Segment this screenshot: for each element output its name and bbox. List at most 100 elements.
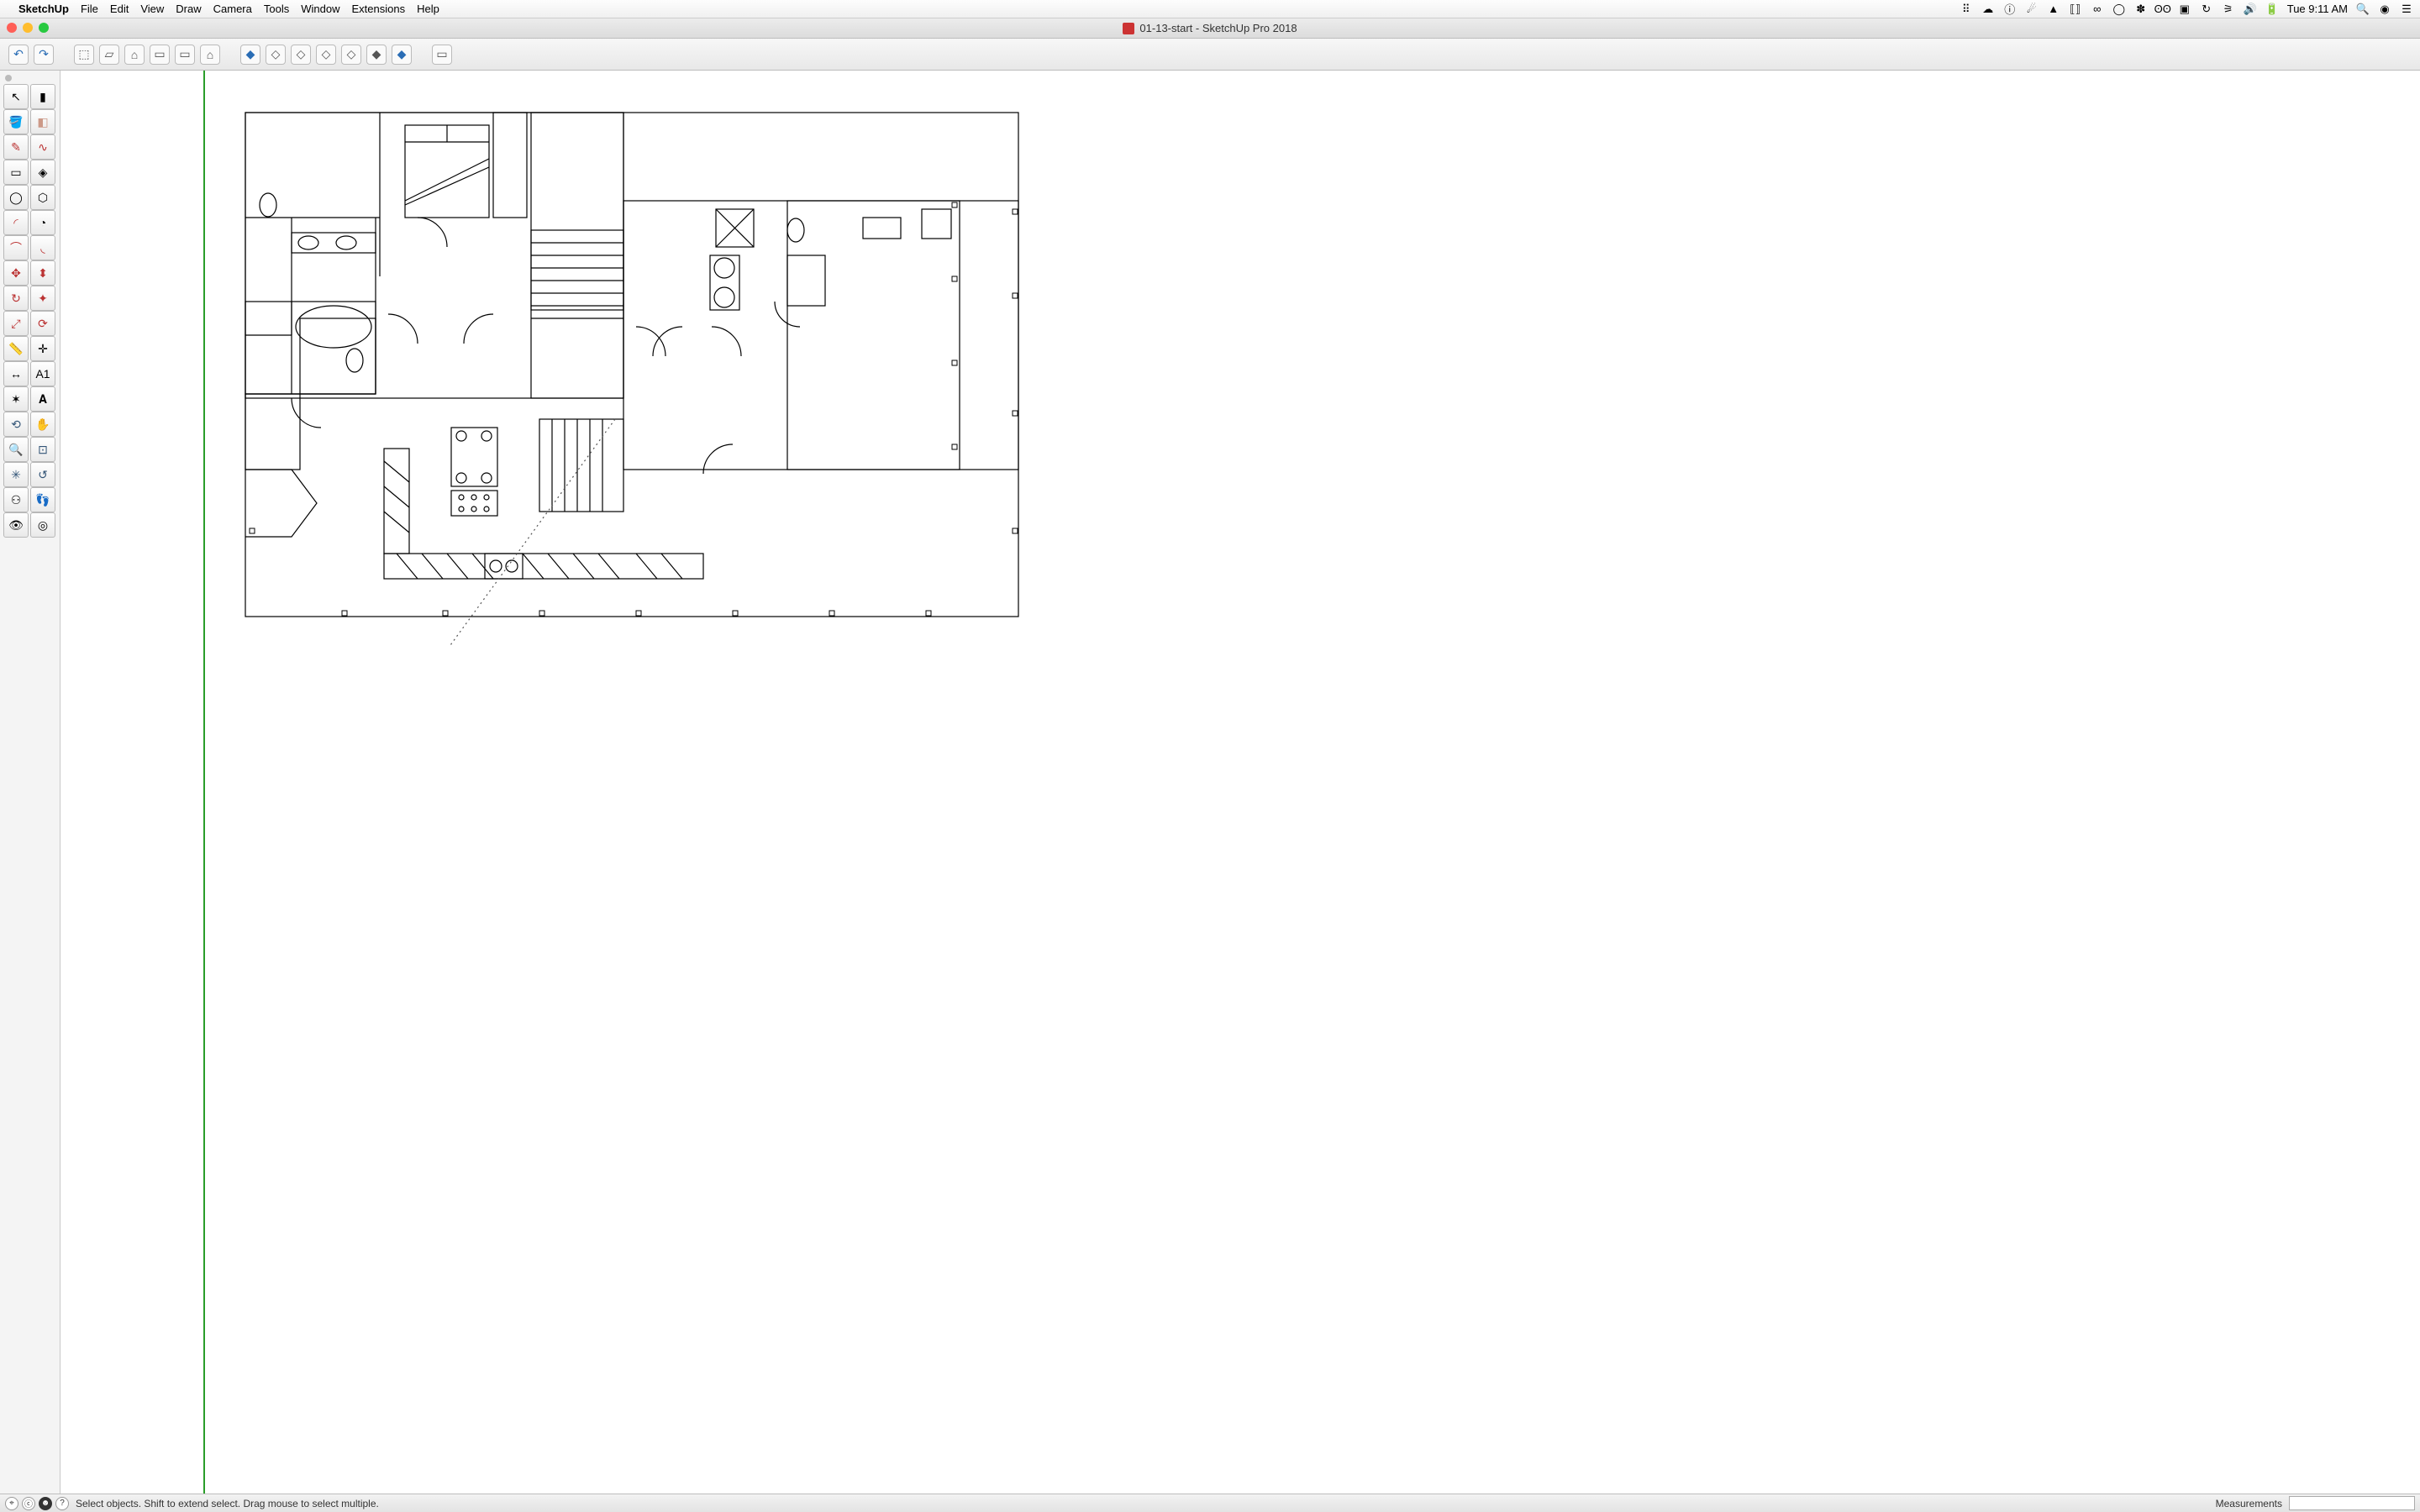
- tool-orbit[interactable]: ⟲: [3, 412, 29, 437]
- menu-draw[interactable]: Draw: [176, 3, 201, 15]
- tool-palette: ↖▮🪣◧✎∿▭◈◯⬡◜◔⌒◟✥⬍↻✦⤢⟳📏✛↔A1✶𝐀⟲✋🔍⊡✳↺⚇👣👁◎: [0, 71, 60, 1494]
- view-left-button[interactable]: ⌂: [200, 45, 220, 65]
- record-icon[interactable]: ▣: [2178, 3, 2191, 16]
- tool-▮[interactable]: ▮: [30, 84, 55, 109]
- menubar-clock[interactable]: Tue 9:11 AM: [2287, 3, 2348, 15]
- tool-zoom-ext[interactable]: ✳: [3, 462, 29, 487]
- menu-extensions[interactable]: Extensions: [351, 3, 405, 15]
- tool-offset[interactable]: ⟳: [30, 311, 55, 336]
- silhouette-icon[interactable]: ▲: [2047, 3, 2060, 16]
- tool-polygon[interactable]: ⬡: [30, 185, 55, 210]
- floorplan-drawing: [241, 108, 1023, 646]
- profile-icon[interactable]: ☻: [39, 1497, 52, 1510]
- style-2-button[interactable]: ◇: [266, 45, 286, 65]
- status-hint: Select objects. Shift to extend select. …: [76, 1498, 379, 1509]
- view-iso-button[interactable]: ⬚: [74, 45, 94, 65]
- tool-section[interactable]: ◎: [30, 512, 55, 538]
- spotlight-icon[interactable]: 🔍: [2356, 3, 2370, 16]
- menubar-status-icons: ⠿ ☁ ⓘ ☄ ▲ ⟦⟧ ∞ ◯ ✽ ʘʘ ▣ ↻ ⚞ 🔊 🔋 Tue 9:11…: [1960, 3, 2413, 16]
- tool-rotate[interactable]: ↻: [3, 286, 29, 311]
- layout-button[interactable]: ▭: [432, 45, 452, 65]
- drawing-canvas[interactable]: [60, 71, 2420, 1494]
- status-bar: ⌖ ⓒ ☻ ? Select objects. Shift to extend …: [0, 1494, 2420, 1512]
- view-top-button[interactable]: ▱: [99, 45, 119, 65]
- tool-scale[interactable]: ⤢: [3, 311, 29, 336]
- style-6-button[interactable]: ◆: [366, 45, 387, 65]
- tool-tape[interactable]: 📏: [3, 336, 29, 361]
- tool-zoom[interactable]: 🔍: [3, 437, 29, 462]
- menu-window[interactable]: Window: [301, 3, 339, 15]
- window-title: 01-13-start - SketchUp Pro 2018: [1139, 22, 1297, 34]
- view-right-button[interactable]: ▭: [150, 45, 170, 65]
- tool-zoom-win[interactable]: ⊡: [30, 437, 55, 462]
- glasses-icon[interactable]: ʘʘ: [2156, 3, 2170, 16]
- tool-pie[interactable]: ◔: [30, 210, 55, 235]
- green-axis: [203, 71, 205, 1494]
- style-3-button[interactable]: ◇: [291, 45, 311, 65]
- tool-text[interactable]: A1: [30, 361, 55, 386]
- tool-3dtext[interactable]: 𝐀: [30, 386, 55, 412]
- view-front-button[interactable]: ⌂: [124, 45, 145, 65]
- menu-tools[interactable]: Tools: [264, 3, 289, 15]
- tool-freehand[interactable]: ∿: [30, 134, 55, 160]
- style-7-button[interactable]: ◆: [392, 45, 412, 65]
- help-icon[interactable]: ?: [55, 1497, 69, 1510]
- redo-button[interactable]: ↷: [34, 45, 54, 65]
- geo-location-icon[interactable]: ⌖: [5, 1497, 18, 1510]
- app-name[interactable]: SketchUp: [18, 3, 69, 15]
- tool-look[interactable]: 👁: [3, 512, 29, 538]
- style-4-button[interactable]: ◇: [316, 45, 336, 65]
- tool-person[interactable]: ⚇: [3, 487, 29, 512]
- tool-circle[interactable]: ◯: [3, 185, 29, 210]
- bracket-icon[interactable]: ⟦⟧: [2069, 3, 2082, 16]
- evernote-icon[interactable]: ✽: [2134, 3, 2148, 16]
- undo-button[interactable]: ↶: [8, 45, 29, 65]
- menu-edit[interactable]: Edit: [110, 3, 129, 15]
- menu-help[interactable]: Help: [417, 3, 439, 15]
- notifications-icon[interactable]: ☰: [2400, 3, 2413, 16]
- menu-view[interactable]: View: [140, 3, 164, 15]
- tool-followme[interactable]: ✦: [30, 286, 55, 311]
- tool-rect[interactable]: ▭: [3, 160, 29, 185]
- tool-move[interactable]: ✥: [3, 260, 29, 286]
- tool-arc2[interactable]: ⌒: [3, 235, 29, 260]
- timemachine-icon[interactable]: ↻: [2200, 3, 2213, 16]
- tool-pan[interactable]: ✋: [30, 412, 55, 437]
- tool-paint[interactable]: 🪣: [3, 109, 29, 134]
- tool-dim[interactable]: ↔: [3, 361, 29, 386]
- tool-select[interactable]: ↖: [3, 84, 29, 109]
- maximize-button[interactable]: [39, 23, 49, 33]
- tool-arc[interactable]: ◜: [3, 210, 29, 235]
- style-5-button[interactable]: ◇: [341, 45, 361, 65]
- style-1-button[interactable]: ◆: [240, 45, 260, 65]
- infinity-icon[interactable]: ∞: [2091, 3, 2104, 16]
- wifi-icon[interactable]: ⚞: [2222, 3, 2235, 16]
- tool-axes[interactable]: ✶: [3, 386, 29, 412]
- menu-file[interactable]: File: [81, 3, 98, 15]
- dropbox-icon[interactable]: ⠿: [1960, 3, 1973, 16]
- tool-arc3[interactable]: ◟: [30, 235, 55, 260]
- tool-pushpull[interactable]: ⬍: [30, 260, 55, 286]
- flame-icon[interactable]: ☄: [2025, 3, 2039, 16]
- volume-icon[interactable]: 🔊: [2244, 3, 2257, 16]
- palette-handle[interactable]: [3, 74, 56, 82]
- tool-pencil[interactable]: ✎: [3, 134, 29, 160]
- circle-icon[interactable]: ◯: [2112, 3, 2126, 16]
- tool-eraser[interactable]: ◧: [30, 109, 55, 134]
- cloud-icon[interactable]: ☁: [1981, 3, 1995, 16]
- close-button[interactable]: [7, 23, 17, 33]
- siri-icon[interactable]: ◉: [2378, 3, 2391, 16]
- battery-icon[interactable]: 🔋: [2265, 3, 2279, 16]
- window-traffic-lights: [7, 23, 49, 33]
- menu-camera[interactable]: Camera: [213, 3, 252, 15]
- tool-prev[interactable]: ↺: [30, 462, 55, 487]
- tool-rot-rect[interactable]: ◈: [30, 160, 55, 185]
- info-icon[interactable]: ⓘ: [2003, 3, 2017, 16]
- tool-protractor[interactable]: ✛: [30, 336, 55, 361]
- measurements-input[interactable]: [2289, 1496, 2415, 1510]
- tool-walk[interactable]: 👣: [30, 487, 55, 512]
- window-titlebar: 01-13-start - SketchUp Pro 2018: [0, 18, 2420, 39]
- view-back-button[interactable]: ▭: [175, 45, 195, 65]
- minimize-button[interactable]: [23, 23, 33, 33]
- credits-icon[interactable]: ⓒ: [22, 1497, 35, 1510]
